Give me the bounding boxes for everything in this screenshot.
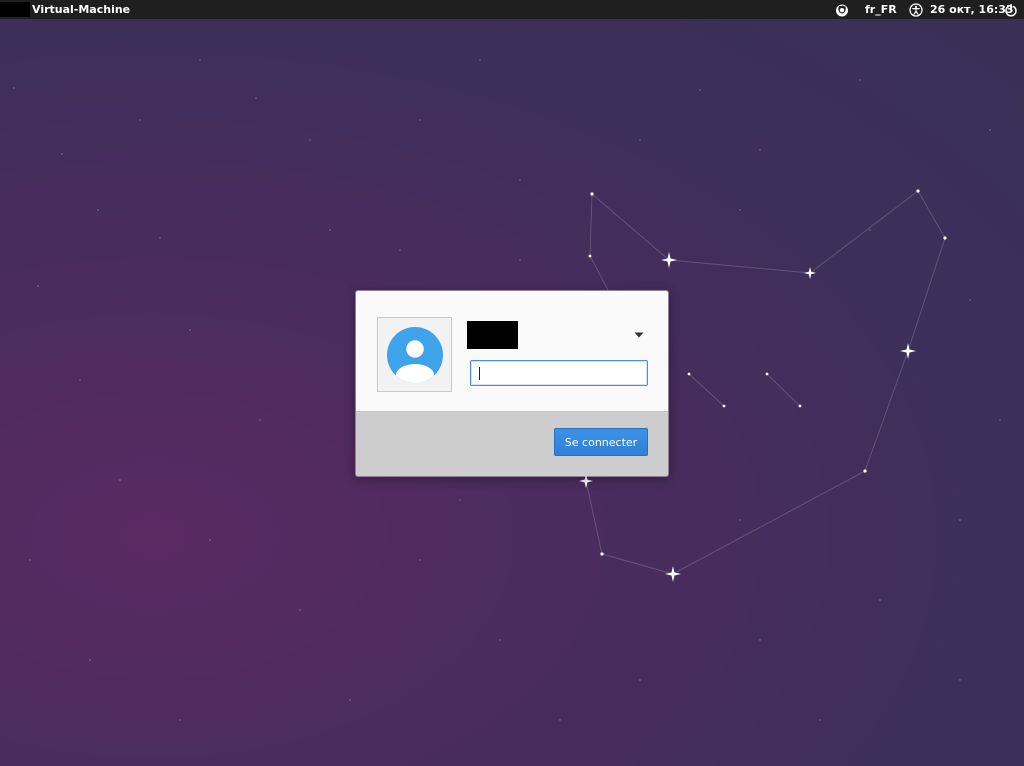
redacted-area [0, 2, 30, 17]
hostname-label: Virtual-Machine [32, 3, 131, 16]
password-input[interactable] [470, 360, 648, 386]
login-button[interactable]: Se connecter [554, 428, 648, 456]
clock-label[interactable]: 26 окт, 16:33 [930, 0, 1014, 19]
username-label [467, 321, 518, 349]
caret-down-icon[interactable] [634, 331, 644, 339]
keyboard-indicator-icon [836, 4, 848, 16]
login-card-footer: Se connecter [356, 412, 668, 476]
star [804, 267, 816, 279]
accessibility-icon [909, 2, 923, 17]
star [900, 343, 916, 359]
power-button[interactable] [1004, 0, 1018, 19]
text-caret [479, 367, 480, 380]
accessibility-menu[interactable] [909, 0, 923, 19]
login-card: Se connecter [355, 290, 669, 477]
power-icon [1005, 3, 1017, 17]
top-panel: Virtual-Machine fr_FR 26 окт, 16:33 [0, 0, 1024, 19]
user-avatar-icon [387, 327, 443, 383]
star [665, 566, 681, 582]
login-card-body [356, 291, 668, 412]
keyboard-layout-label[interactable]: fr_FR [865, 0, 897, 19]
avatar [377, 317, 452, 392]
star [661, 252, 677, 268]
keyboard-indicator[interactable] [835, 0, 849, 19]
